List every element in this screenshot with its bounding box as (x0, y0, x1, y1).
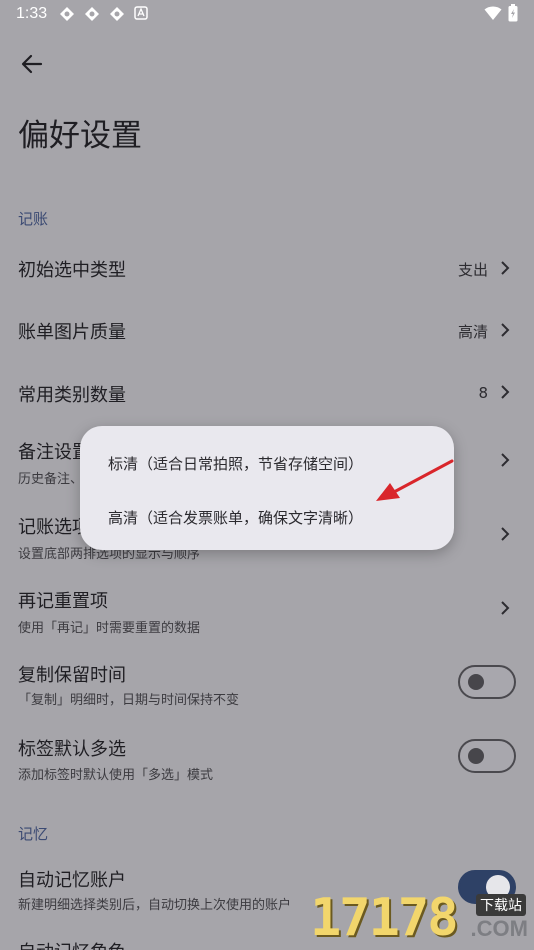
chevron-right-icon (498, 260, 512, 276)
toggle-knob (468, 674, 484, 690)
watermark-logo-text: 17178 (310, 888, 459, 948)
app-notification-icon (59, 6, 75, 22)
row-title: 复制保留时间 (18, 665, 126, 686)
row-subtitle: 添加标签时默认使用「多选」模式 (18, 768, 214, 783)
row-subtitle: 「复制」明细时，日期与时间保持不变 (18, 693, 240, 708)
app-notification-icon (84, 6, 100, 22)
status-time: 1:33 (16, 5, 48, 22)
row-rerecord-reset[interactable]: 再记重置项 使用「再记」时需要重置的数据 (0, 574, 534, 644)
row-title: 自动记忆账户 (18, 870, 126, 891)
wifi-icon (484, 5, 502, 25)
row-title: 初始选中类型 (18, 260, 126, 281)
tag-multi-select-toggle[interactable] (458, 739, 516, 773)
row-title: 标签默认多选 (18, 739, 126, 760)
row-value: 8 (478, 384, 488, 402)
toggle-knob (468, 748, 484, 764)
section-header-memory: 记忆 (18, 825, 49, 843)
watermark-badge: 下载站 (476, 894, 526, 916)
chevron-right-icon (498, 600, 512, 616)
battery-icon (508, 4, 518, 26)
row-title: 自动记忆角色 (18, 938, 126, 950)
annotation-arrow-icon (376, 459, 454, 501)
section-header-bookkeeping: 记账 (18, 210, 49, 228)
site-watermark: 17178 下载站 .COM (310, 888, 534, 950)
copy-keep-time-toggle[interactable] (458, 665, 516, 699)
back-button[interactable] (14, 46, 50, 82)
page-title: 偏好设置 (18, 118, 142, 154)
popup-option-standard[interactable]: 标清（适合日常拍照，节省存储空间） (108, 453, 363, 474)
row-title: 再记重置项 (18, 591, 108, 612)
popup-option-high[interactable]: 高清（适合发票账单，确保文字清晰） (108, 507, 363, 528)
row-value: 支出 (457, 261, 488, 279)
row-initial-type[interactable]: 初始选中类型 支出 (0, 237, 534, 299)
row-copy-keep-time[interactable]: 复制保留时间 「复制」明细时，日期与时间保持不变 (0, 648, 534, 718)
watermark-domain: .COM (470, 916, 528, 941)
row-bill-image-quality[interactable]: 账单图片质量 高清 (0, 299, 534, 361)
app-notification-icon (109, 6, 125, 22)
row-value: 高清 (457, 323, 488, 341)
chevron-right-icon (498, 384, 512, 400)
accessibility-icon (134, 6, 150, 22)
chevron-right-icon (498, 322, 512, 338)
row-common-category-count[interactable]: 常用类别数量 8 (0, 361, 534, 423)
arrow-left-icon (21, 54, 43, 74)
row-subtitle: 新建明细选择类别后，自动切换上次使用的账户 (18, 898, 292, 913)
row-subtitle: 历史备注、 (18, 472, 84, 487)
chevron-right-icon (498, 526, 512, 542)
row-subtitle: 使用「再记」时需要重置的数据 (18, 621, 201, 636)
row-title: 常用类别数量 (18, 385, 126, 406)
chevron-right-icon (498, 452, 512, 468)
row-tag-multi-select[interactable]: 标签默认多选 添加标签时默认使用「多选」模式 (0, 722, 534, 792)
row-title: 账单图片质量 (18, 322, 126, 343)
status-bar: 1:33 (0, 0, 534, 28)
